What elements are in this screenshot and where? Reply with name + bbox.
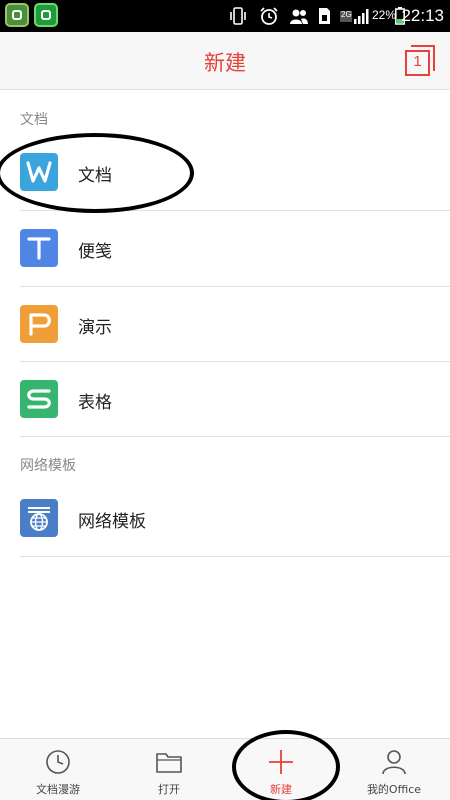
page-title: 新建 [204,51,246,75]
item-label: 表格 [78,393,112,413]
tab-count: 1 [413,53,422,70]
spreadsheet-icon [20,380,58,418]
section-label-documents: 文档 [20,112,48,128]
notification-app-icon [5,3,29,27]
presentation-icon [20,305,58,343]
status-bar: 2G 22% 22:13 [0,0,450,32]
network-type: 2G [341,10,352,19]
open-tabs-button[interactable]: 1 [405,45,435,77]
note-icon [20,229,58,267]
nav-roaming[interactable]: 文档漫游 [13,739,103,800]
web-template-icon [20,499,58,537]
battery-percent: 22% [372,8,397,22]
notification-app-icon-2 [34,3,58,27]
folder-icon [156,753,182,773]
nav-my-office[interactable]: 我的Office [349,739,439,800]
clock: 22:13 [401,6,444,25]
nav-open[interactable]: 打开 [124,739,214,800]
item-label: 便笺 [78,242,112,262]
section-label-web-templates: 网络模板 [20,458,76,474]
item-label: 演示 [78,318,112,338]
new-note-item[interactable]: 便笺 [0,211,450,286]
nav-label: 文档漫游 [36,783,80,796]
divider [20,436,450,437]
nav-label: 打开 [158,783,180,796]
bottom-nav: 文档漫游 打开 新建 我的Office [0,738,450,800]
clock-icon [46,750,70,774]
alarm-icon [260,7,278,25]
sim-card-icon [319,8,330,24]
divider [20,556,450,557]
annotation-circle [0,133,194,213]
nav-label: 我的Office [366,783,422,796]
user-icon [382,750,406,775]
web-template-item[interactable]: 网络模板 [0,481,450,556]
contacts-icon [290,9,308,24]
item-label: 网络模板 [78,512,146,532]
new-presentation-item[interactable]: 演示 [0,287,450,362]
annotation-circle [232,730,340,800]
vibrate-icon [230,7,246,25]
new-spreadsheet-item[interactable]: 表格 [0,362,450,437]
header: 新建 1 [0,32,450,90]
